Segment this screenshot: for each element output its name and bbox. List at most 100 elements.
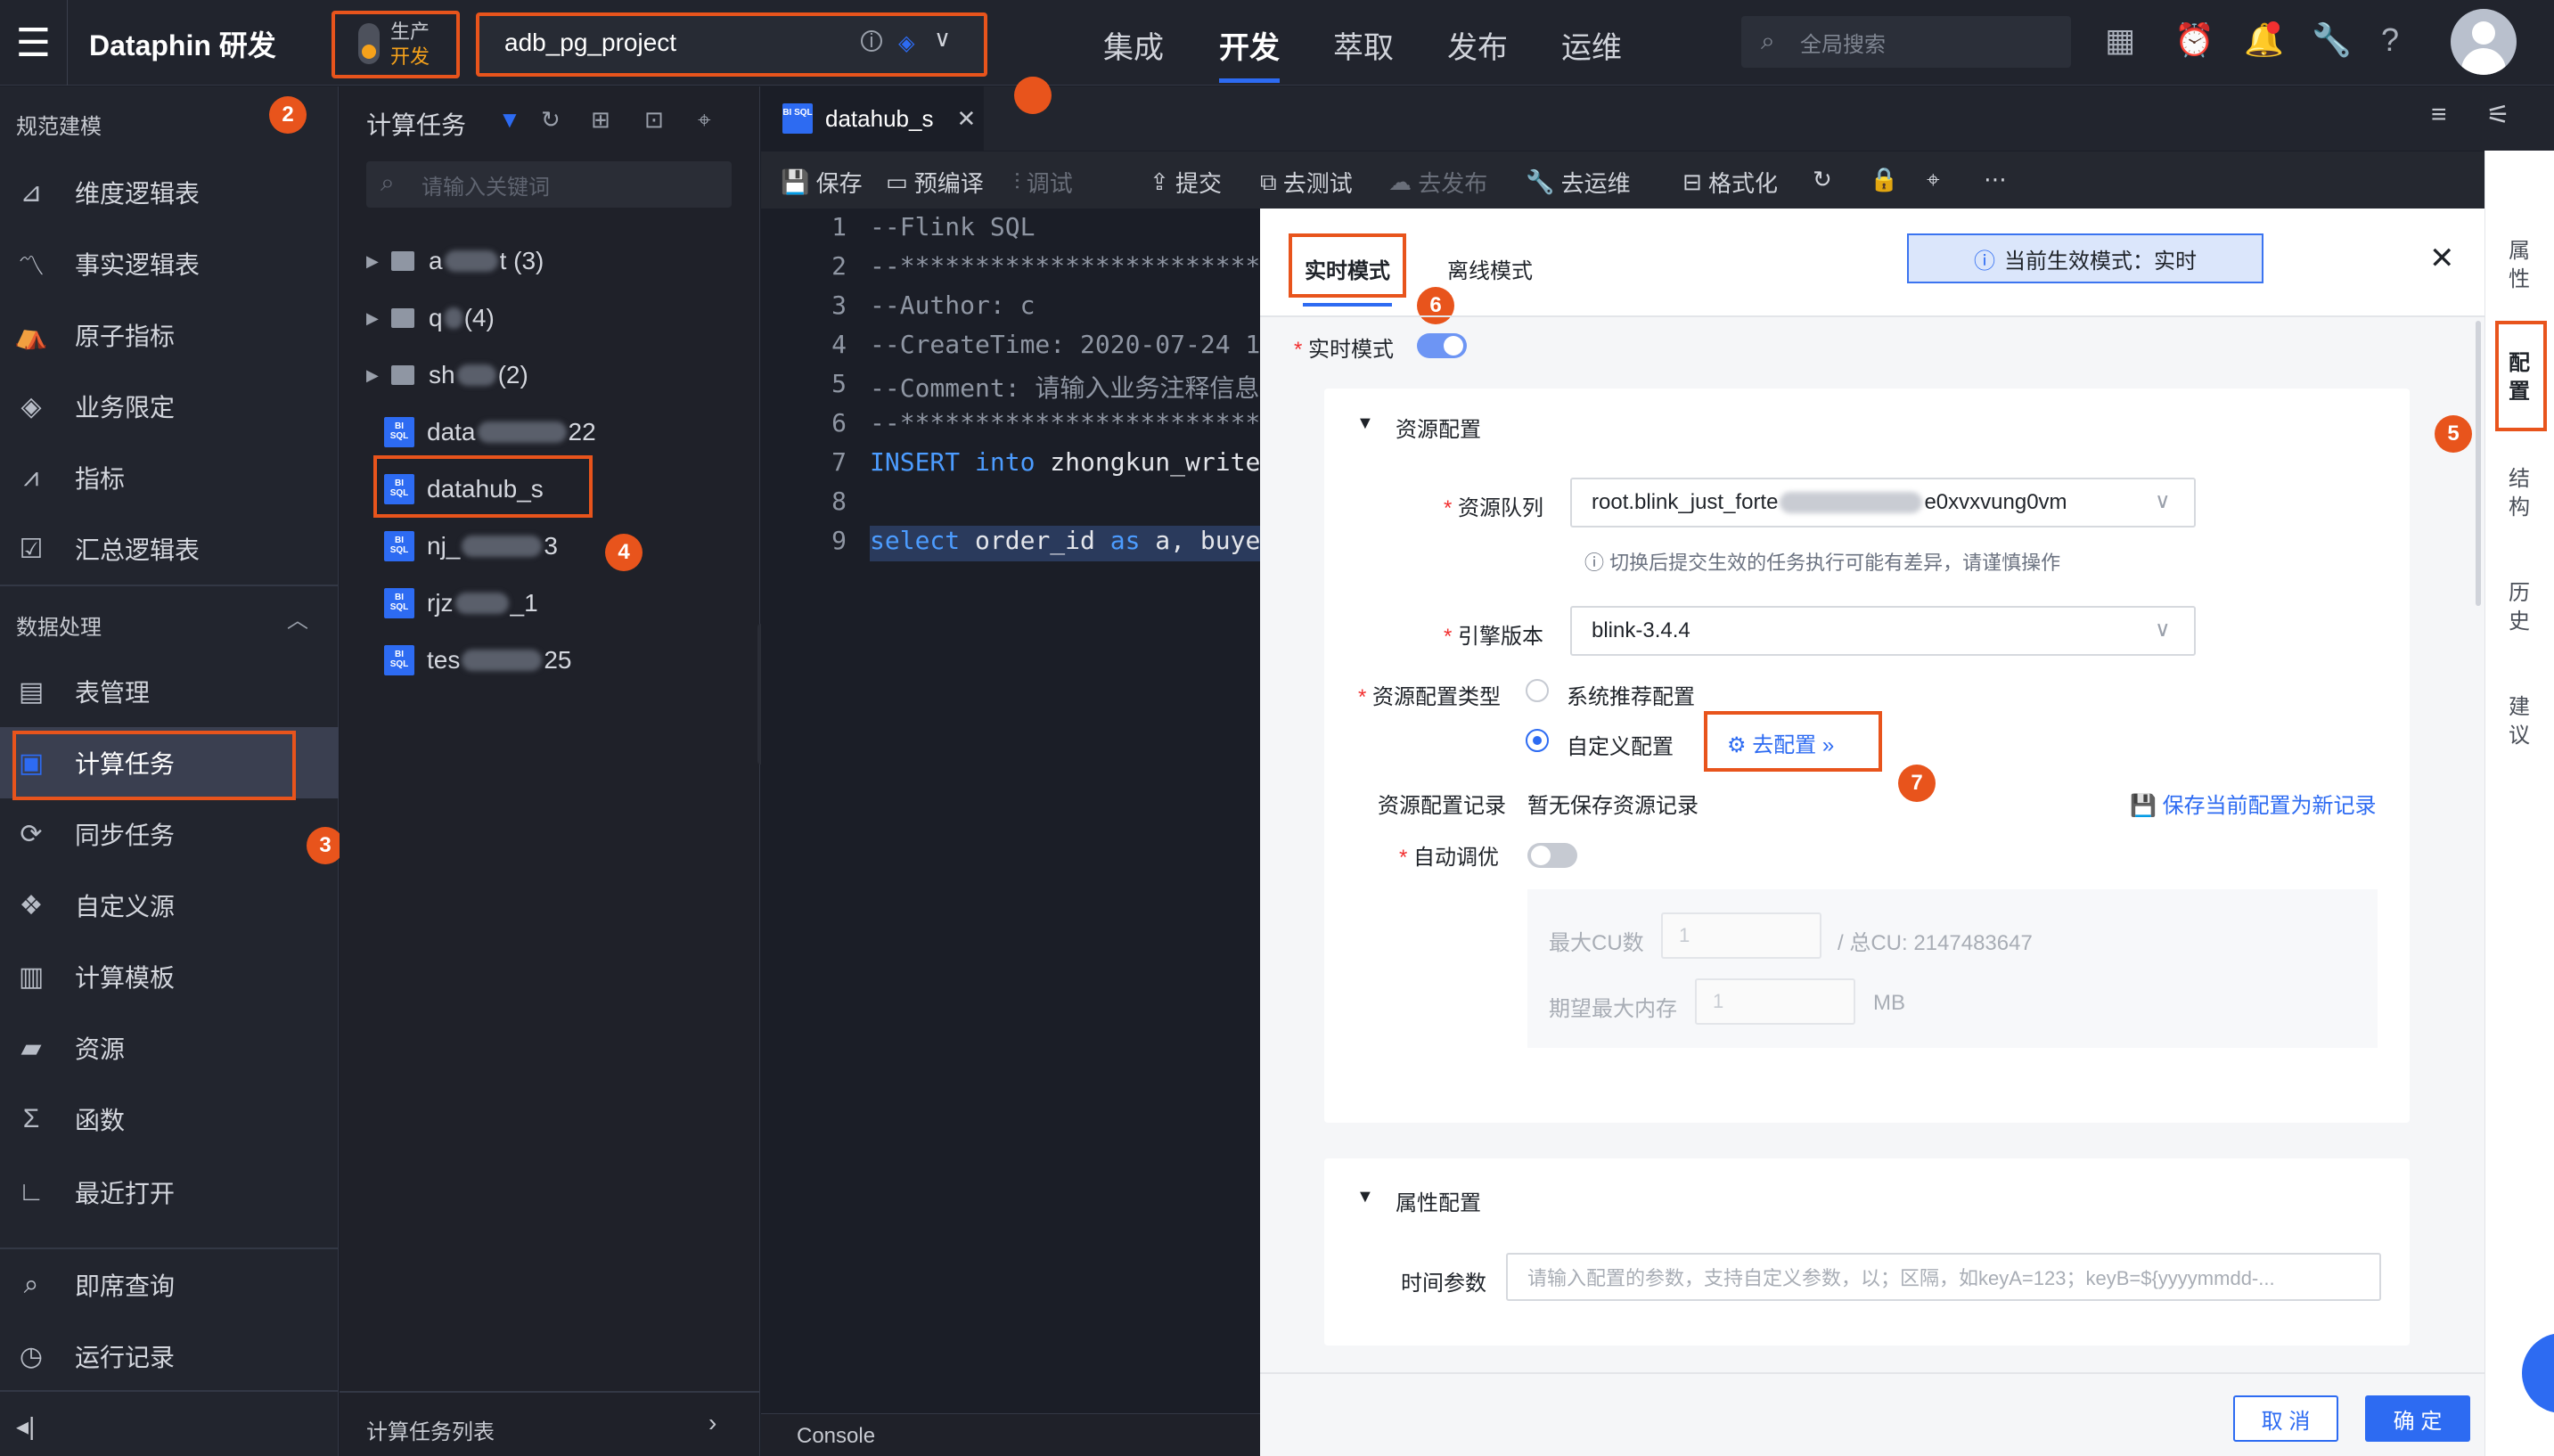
new-folder-icon[interactable]: ⊡ [644, 106, 664, 134]
goto-test-button[interactable]: ⧉ 去测试 [1260, 166, 1353, 199]
debug-button[interactable]: ⫶ 调试 [1014, 166, 1073, 199]
more-icon[interactable]: ⋯ [1984, 166, 2007, 193]
alarm-icon[interactable]: ⏰ [2174, 21, 2214, 59]
radio-system-recommended[interactable] [1526, 679, 1549, 702]
nav-develop[interactable]: 开发 [1219, 23, 1280, 67]
task-file-item[interactable]: BI SQL nj_ 3 [384, 528, 558, 564]
calendar-icon[interactable]: ▦ [2105, 21, 2135, 59]
caret-down-icon[interactable]: ▼ [1356, 413, 1374, 434]
task-search-input[interactable]: 请输入关键词 [366, 161, 732, 208]
refresh-icon[interactable]: ↻ [1813, 166, 1832, 193]
caret-right-icon[interactable]: ▶ [366, 252, 391, 271]
nav-publish[interactable]: 发布 [1447, 23, 1508, 67]
submit-button[interactable]: ⇪ 提交 [1150, 166, 1222, 199]
collapse-up-icon[interactable]: ︿ [287, 602, 308, 634]
nav-item-fact-table[interactable]: 〽事实逻辑表 [0, 228, 339, 299]
goto-ops-button[interactable]: 🔧 去运维 [1526, 166, 1631, 199]
queue-select[interactable]: root.blink_just_forte e0xvxvung0vm [1570, 478, 2196, 528]
locate-icon[interactable]: ⌖ [698, 106, 711, 135]
nav-item-business-filter[interactable]: ◈ 业务限定 [0, 371, 339, 442]
precompile-button[interactable]: ▭ 预编译 [886, 166, 984, 199]
editor-tab-datahub[interactable]: BI SQL datahub_s ✕ [761, 86, 984, 151]
caret-right-icon[interactable]: ▶ [366, 366, 391, 385]
nav-item-resource[interactable]: ▰ 资源 [0, 1012, 339, 1084]
task-list-footer[interactable]: 计算任务列表 [366, 1414, 495, 1445]
task-file-item[interactable]: BI SQL data 22 [384, 414, 596, 450]
rail-suggestion[interactable]: 建议 [2506, 693, 2533, 750]
code-line[interactable]: INSERT into zhongkun_write [870, 447, 1260, 483]
nav-extract[interactable]: 萃取 [1333, 23, 1394, 67]
collapse-sidebar-icon[interactable]: ◂| [16, 1411, 35, 1441]
caret-down-icon[interactable]: ▼ [1356, 1187, 1374, 1207]
save-record-link[interactable]: 💾 保存当前配置为新记录 [2130, 788, 2377, 819]
rail-structure[interactable]: 结构 [2506, 465, 2533, 522]
code-line[interactable]: --Author: c [870, 290, 1260, 326]
nav-item-custom-source[interactable]: ❖ 自定义源 [0, 870, 339, 941]
caret-right-icon[interactable]: ▶ [366, 309, 391, 328]
nav-item-summary-table[interactable]: ☑ 汇总逻辑表 [0, 513, 339, 585]
drawer-scrollbar[interactable] [2476, 321, 2481, 606]
nav-item-adhoc-query[interactable]: ⌕ 即席查询 [0, 1249, 339, 1321]
code-line[interactable]: --***************************** [870, 251, 1260, 287]
attr-section-title: 属性配置 [1396, 1191, 1481, 1215]
nav-item-run-record[interactable]: ◷ 运行记录 [0, 1321, 339, 1392]
global-search-input[interactable]: 全局搜索 [1741, 16, 2071, 68]
task-file-item[interactable]: BI SQL rjz _1 [384, 585, 538, 621]
folder-item[interactable]: ▶ q (4) [366, 300, 495, 336]
settings-sliders-icon[interactable]: ⚟ [2486, 100, 2510, 131]
task-file-item[interactable]: BI SQL tes 25 [384, 642, 572, 678]
new-file-icon[interactable]: ⊞ [591, 106, 610, 134]
list-icon[interactable]: ≡ [2431, 100, 2447, 130]
radio-custom[interactable] [1526, 729, 1549, 752]
avatar[interactable] [2451, 9, 2517, 75]
nav-item-metric[interactable]: ⩘ 指标 [0, 442, 339, 513]
code-line[interactable]: --CreateTime: 2020-07-24 1 [870, 330, 1260, 365]
chevron-down-icon[interactable]: ∨ [934, 25, 951, 53]
folder-item[interactable]: ▶ a t (3) [366, 243, 544, 279]
close-icon[interactable]: ✕ [956, 105, 976, 133]
console-label[interactable]: Console [797, 1424, 875, 1449]
goto-config-link[interactable]: ⚙ 去配置 » [1727, 727, 1834, 758]
code-line[interactable] [870, 487, 1260, 522]
rail-history[interactable]: 历史 [2506, 579, 2533, 636]
close-icon[interactable]: ✕ [2429, 241, 2455, 276]
rail-properties[interactable]: 属性 [2506, 237, 2533, 294]
tab-offline[interactable]: 离线模式 [1447, 253, 1533, 284]
search-icon: ⌕ [1761, 27, 1775, 54]
max-cu-input[interactable]: 1 [1661, 912, 1821, 959]
nav-item-function[interactable]: Σ 函数 [0, 1084, 339, 1155]
nav-item-sync-task[interactable]: ⟳ 同步任务 [0, 798, 339, 870]
time-param-input[interactable]: 请输入配置的参数，支持自定义参数，以；区隔，如keyA=123；keyB=${y… [1506, 1253, 2381, 1301]
nav-item-table-mgmt[interactable]: ▤ 表管理 [0, 656, 339, 727]
code-line[interactable]: --***************************** [870, 408, 1260, 444]
folder-item[interactable]: ▶ sh (2) [366, 357, 528, 393]
save-button[interactable]: 💾 保存 [781, 166, 863, 199]
goto-publish-button[interactable]: ☁ 去发布 [1388, 166, 1487, 199]
max-mem-input[interactable]: 1 [1695, 978, 1855, 1025]
refresh-icon[interactable]: ↻ [541, 106, 561, 134]
format-button[interactable]: ⊟ 格式化 [1682, 166, 1778, 199]
nav-ops[interactable]: 运维 [1561, 23, 1622, 67]
engine-select[interactable]: blink-3.4.4 [1570, 606, 2196, 656]
code-line[interactable]: select order_id as a, buye [870, 526, 1260, 561]
code-line[interactable]: --Flink SQL [870, 212, 1260, 248]
cancel-button[interactable]: 取 消 [2233, 1395, 2338, 1442]
chevron-right-icon[interactable]: › [708, 1409, 716, 1437]
wrench-icon[interactable]: 🔧 [2312, 21, 2352, 59]
query-icon: ⌕ [23, 1270, 39, 1299]
location-icon[interactable]: ⌖ [1927, 166, 1940, 194]
menu-icon[interactable]: ☰ [0, 0, 68, 86]
lock-icon[interactable]: 🔒 [1870, 166, 1898, 193]
nav-item-dim-table[interactable]: ⊿ 维度逻辑表 [0, 157, 339, 228]
filter-icon[interactable]: ▼ [498, 106, 521, 134]
info-icon[interactable]: i [861, 29, 882, 52]
code-line[interactable]: --Comment: 请输入业务注释信息 [870, 369, 1260, 405]
nav-item-recent[interactable]: ∟ 最近打开 [0, 1157, 339, 1228]
realtime-mode-switch[interactable] [1417, 333, 1467, 358]
confirm-button[interactable]: 确 定 [2365, 1395, 2470, 1442]
nav-item-atomic-metric[interactable]: ⛺ 原子指标 [0, 299, 339, 371]
auto-tune-switch[interactable] [1527, 843, 1577, 868]
nav-integration[interactable]: 集成 [1103, 23, 1164, 67]
help-icon[interactable]: ? [2381, 21, 2399, 59]
nav-item-compute-template[interactable]: ▥ 计算模板 [0, 941, 339, 1012]
